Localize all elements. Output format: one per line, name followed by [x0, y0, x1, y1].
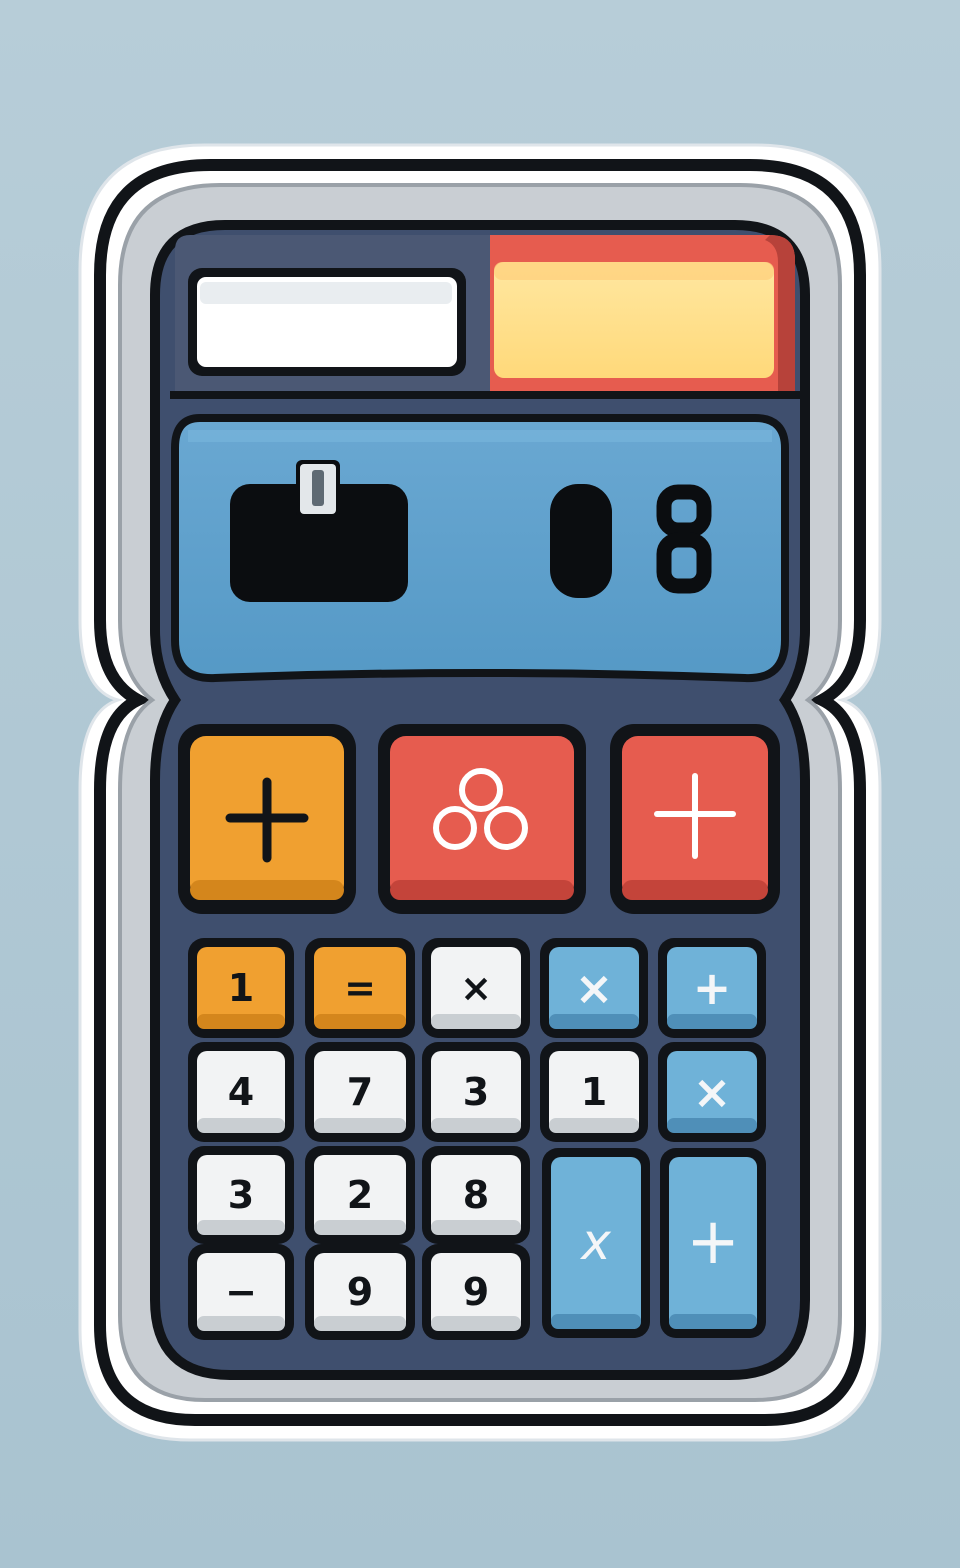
key-multiply-blue-second[interactable]: ×	[668, 1052, 756, 1132]
key-multiply[interactable]: ×	[432, 948, 520, 1028]
key-9-second[interactable]: 9	[432, 1254, 520, 1330]
key-3-second[interactable]: 3	[198, 1156, 284, 1234]
display-main-value: 8	[664, 480, 665, 481]
key-multiply-blue[interactable]: ×	[550, 948, 638, 1028]
key-minus[interactable]: −	[198, 1254, 284, 1330]
key-tall-plus[interactable]: +	[670, 1158, 756, 1326]
display-indicator-value: 0	[309, 468, 310, 469]
red-plus-key[interactable]	[622, 736, 768, 900]
key-9[interactable]: 9	[315, 1254, 405, 1330]
lcd-pill-right	[550, 484, 612, 598]
key-plus-blue[interactable]: +	[668, 948, 756, 1028]
key-8[interactable]: 8	[432, 1156, 520, 1234]
orange-plus-key[interactable]	[190, 736, 344, 900]
key-1[interactable]: 1	[198, 948, 284, 1028]
red-circles-key[interactable]	[390, 736, 574, 900]
key-7[interactable]: 7	[315, 1052, 405, 1132]
key-1-second[interactable]: 1	[550, 1052, 638, 1132]
key-2[interactable]: 2	[315, 1156, 405, 1234]
key-4[interactable]: 4	[198, 1052, 284, 1132]
key-3[interactable]: 3	[432, 1052, 520, 1132]
key-tall-x[interactable]: x	[552, 1158, 640, 1326]
key-equals[interactable]: =	[315, 948, 405, 1028]
